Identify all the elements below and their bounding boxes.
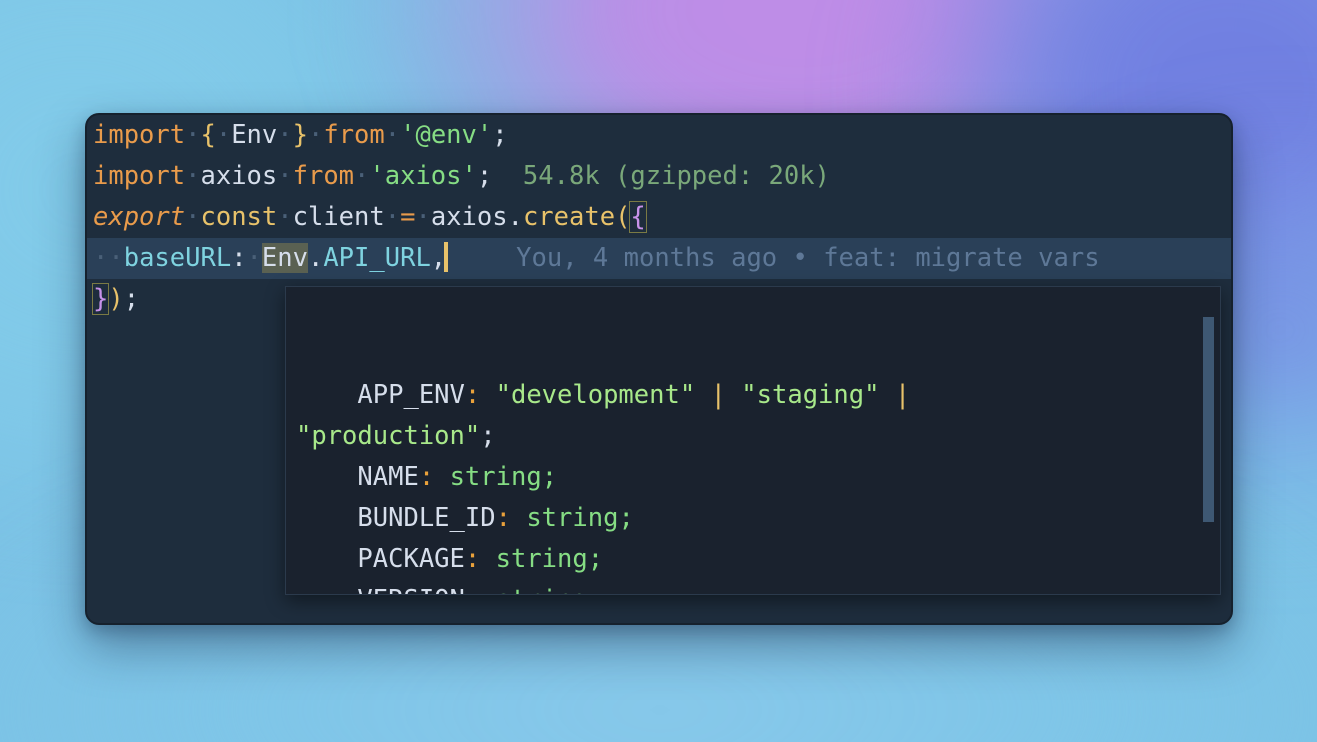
tooltip-token	[434, 462, 449, 492]
code-token: '@env'	[400, 120, 493, 150]
code-token: ·	[384, 120, 401, 150]
import-size-inlay-hint: 54.8k (gzipped: 20k)	[492, 161, 830, 191]
code-token: {	[629, 201, 647, 233]
tooltip-token: :	[464, 544, 481, 574]
tooltip-token: |	[710, 380, 726, 410]
code-token: baseURL	[123, 243, 232, 273]
tooltip-token: :	[495, 503, 511, 533]
code-token: ·	[215, 120, 232, 150]
tooltip-token: string	[526, 503, 619, 533]
tooltip-token: string	[449, 462, 542, 492]
tooltip-token: |	[894, 380, 911, 410]
tooltip-token: ;	[618, 503, 634, 533]
code-token: API_URL	[323, 243, 431, 273]
code-token: ··	[93, 243, 124, 273]
tooltip-token: "production"	[296, 421, 481, 451]
tooltip-token	[296, 503, 357, 533]
tooltip-token: "staging"	[741, 380, 880, 410]
code-token: {	[200, 120, 216, 150]
code-line[interactable]: import·{·Env·}·from·'@env';	[87, 115, 1231, 156]
tooltip-line: NAME: string;	[296, 457, 1220, 498]
tooltip-token: NAME	[357, 462, 419, 492]
code-token: 'axios'	[369, 161, 477, 191]
code-token: ·	[277, 120, 293, 150]
tooltip-token: VERSION	[357, 585, 464, 594]
code-token: ·	[384, 202, 401, 232]
tooltip-token: ;	[587, 544, 604, 574]
code-token: ·	[277, 161, 293, 191]
code-token: create	[522, 202, 616, 232]
code-token: Env	[231, 120, 278, 150]
tooltip-line: PACKAGE: string;	[296, 539, 1220, 580]
code-token: ;	[123, 284, 140, 314]
tooltip-line: VERSION: string;	[296, 580, 1220, 594]
code-line[interactable]: import·axios·from·'axios'; 54.8k (gzippe…	[87, 156, 1231, 197]
tooltip-content: APP_ENV: "development" | "staging" | "pro…	[286, 369, 1220, 594]
code-token: ·	[185, 161, 201, 191]
git-blame-annotation[interactable]: You, 4 months ago • feat: migrate vars	[446, 243, 1099, 273]
hover-type-tooltip: APP_ENV: "development" | "staging" | "pro…	[285, 286, 1221, 595]
tooltip-token	[726, 380, 741, 410]
code-token: ·	[185, 202, 201, 232]
code-token: from	[292, 161, 355, 191]
tooltip-token	[480, 380, 495, 410]
code-token: axios	[200, 161, 278, 191]
tooltip-token: :	[464, 380, 481, 410]
tooltip-scrollbar-thumb[interactable]	[1203, 317, 1214, 522]
tooltip-token: string	[495, 544, 588, 574]
tooltip-line: "production";	[296, 416, 1220, 457]
code-token: (	[615, 202, 631, 232]
code-token: ·	[185, 120, 201, 150]
code-token: )	[108, 284, 124, 314]
tooltip-token	[296, 462, 357, 492]
code-token: import	[93, 161, 186, 191]
code-line-active[interactable]: ··baseURL:·Env.API_URL, You, 4 months ago…	[87, 238, 1231, 279]
code-token: const	[200, 202, 278, 232]
code-token: .	[507, 202, 523, 232]
code-token: client	[292, 202, 385, 232]
code-token: }	[292, 120, 308, 150]
tooltip-token	[480, 544, 495, 574]
tooltip-token: APP_ENV	[357, 380, 465, 410]
code-token: ·	[307, 120, 324, 150]
code-line[interactable]: export·const·client·=·axios.create({	[87, 197, 1231, 238]
tooltip-token: string	[496, 585, 588, 594]
code-token: import	[93, 120, 186, 150]
tooltip-token	[296, 544, 357, 574]
code-token: }	[91, 283, 110, 315]
code-token: .	[307, 243, 324, 273]
tooltip-token: ;	[588, 585, 603, 594]
code-token: ·	[354, 161, 370, 191]
tooltip-token	[296, 585, 357, 594]
tooltip-token: BUNDLE_ID	[357, 503, 496, 533]
tooltip-line: APP_ENV: "development" | "staging" |	[296, 375, 1220, 416]
code-editor-window[interactable]: import·{·Env·}·from·'@env'; import·axios·…	[85, 113, 1233, 625]
tooltip-token	[511, 503, 526, 533]
code-token: :	[231, 243, 247, 273]
tooltip-token	[480, 585, 495, 594]
code-token: from	[323, 120, 385, 150]
tooltip-token: :	[465, 585, 480, 594]
tooltip-token: ;	[541, 462, 558, 492]
tooltip-token	[296, 380, 357, 410]
tooltip-token	[695, 380, 710, 410]
code-token: =	[400, 202, 416, 232]
tooltip-token: "development"	[495, 380, 696, 410]
code-token: export	[93, 202, 186, 232]
tooltip-token: :	[418, 462, 435, 492]
code-token: ·	[277, 202, 293, 232]
code-token: ;	[492, 120, 508, 150]
code-token: ·	[415, 202, 431, 232]
tooltip-token: PACKAGE	[357, 544, 465, 574]
code-token: ;	[476, 161, 493, 191]
tooltip-token	[879, 380, 894, 410]
code-token: axios	[430, 202, 508, 232]
code-token: Env	[261, 243, 308, 273]
tooltip-line: BUNDLE_ID: string;	[296, 498, 1220, 539]
tooltip-token: ;	[480, 421, 496, 451]
code-token: ·	[246, 243, 262, 273]
